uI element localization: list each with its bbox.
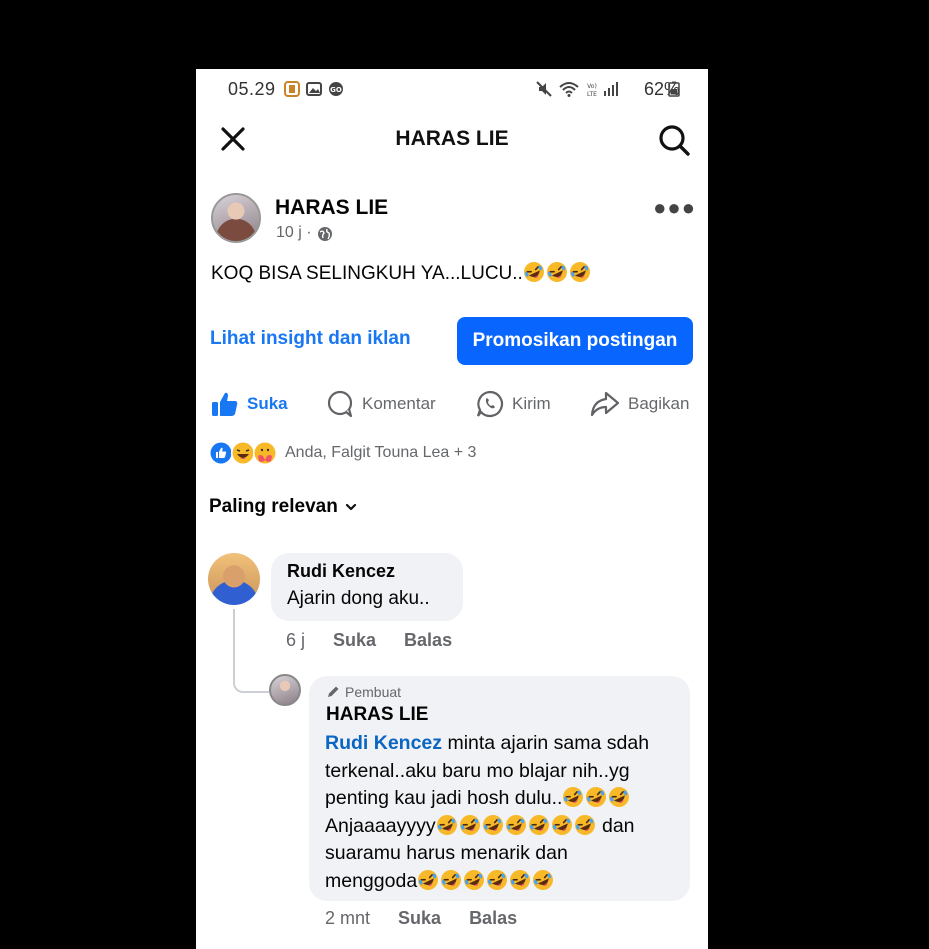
laughing-emoji-icon <box>533 869 554 890</box>
laughing-emoji-icon <box>459 814 480 835</box>
laughing-emoji-icon <box>528 814 549 835</box>
sort-label: Paling relevan <box>209 496 338 517</box>
laughing-emoji-icon <box>609 787 630 807</box>
comment-icon <box>327 390 353 418</box>
laughing-emoji-group <box>562 787 631 809</box>
chevron-down-icon <box>345 503 356 511</box>
like-reaction-icon <box>209 441 233 465</box>
reply-author-name[interactable]: HARAS LIE <box>326 704 428 726</box>
laughing-emoji-group <box>523 262 592 284</box>
post-time[interactable]: 10 j · <box>276 224 312 242</box>
status-time: 05.29 <box>228 79 276 99</box>
svg-text:GO: GO <box>330 86 342 94</box>
globe-icon <box>318 227 332 241</box>
laughing-emoji-icon <box>464 869 485 890</box>
gallery-icon <box>306 82 322 96</box>
comment-reply-button[interactable]: Balas <box>404 630 452 651</box>
laughing-emoji-icon <box>523 262 544 282</box>
laughing-emoji-icon <box>436 814 457 835</box>
laughing-emoji-icon <box>563 787 584 807</box>
laughing-emoji-icon <box>546 262 567 282</box>
post-author-name[interactable]: HARAS LIE <box>275 196 388 220</box>
laughing-emoji-icon <box>418 869 439 890</box>
thread-connector <box>233 609 269 693</box>
facebook-post-screen: 05.29 GO Vo) LTE 62% HARAS LIE HARAS LIE … <box>196 69 708 949</box>
mention-link[interactable]: Rudi Kencez <box>325 732 442 754</box>
mute-icon <box>536 81 552 97</box>
go-icon: GO <box>329 82 343 96</box>
comment-like-button[interactable]: Suka <box>333 630 376 651</box>
comment-time: 6 j <box>286 630 306 650</box>
thumbs-up-icon <box>212 392 238 416</box>
laughing-emoji-icon <box>551 814 572 835</box>
comment-meta: 6 j Suka Balas <box>286 630 452 651</box>
reactions-summary[interactable]: Anda, Falgit Touna Lea + 3 <box>209 441 476 465</box>
volte-icon: Vo)LTE <box>587 83 597 97</box>
reply-reply-button[interactable]: Balas <box>469 908 517 929</box>
promote-post-button[interactable]: Promosikan postingan <box>457 317 693 365</box>
commenter-avatar[interactable] <box>208 553 260 605</box>
share-label: Bagikan <box>628 394 690 413</box>
pencil-icon <box>328 686 339 697</box>
send-label: Kirim <box>512 394 551 413</box>
like-button[interactable]: Suka <box>211 386 288 422</box>
author-badge-label: Pembuat <box>345 684 402 700</box>
laughing-emoji-icon <box>510 869 531 890</box>
svg-text:Vo): Vo) <box>587 83 597 90</box>
whatsapp-icon <box>476 390 504 418</box>
laughing-emoji-icon <box>505 814 526 835</box>
battery-icon <box>668 81 680 97</box>
signal-icon <box>604 82 618 96</box>
comment-label: Komentar <box>362 394 436 413</box>
comment-text: Ajarin dong aku.. <box>287 588 430 609</box>
reply-author-avatar[interactable] <box>269 674 301 706</box>
haha-reaction-icon <box>231 441 255 465</box>
reactions-text: Anda, Falgit Touna Lea + 3 <box>285 444 477 461</box>
comment-sort-dropdown[interactable]: Paling relevan <box>209 496 358 518</box>
wifi-icon <box>559 82 579 97</box>
share-icon <box>590 391 620 417</box>
commenter-name[interactable]: Rudi Kencez <box>287 561 395 582</box>
svg-text:LTE: LTE <box>587 91 597 97</box>
reply-text-part2: Anjaaaayyyy <box>325 814 436 837</box>
page-title: HARAS LIE <box>395 127 509 150</box>
care-reaction-icon <box>253 441 277 465</box>
send-button[interactable]: Kirim <box>476 386 551 422</box>
laughing-emoji-icon <box>487 869 508 890</box>
comment-button[interactable]: Komentar <box>326 386 436 422</box>
laughing-emoji-group <box>417 869 555 892</box>
reply-text: Rudi Kencez minta ajarin sama sdah terke… <box>325 730 685 895</box>
share-button[interactable]: Bagikan <box>590 386 689 422</box>
insight-link[interactable]: Lihat insight dan iklan <box>210 328 411 350</box>
like-label: Suka <box>247 394 288 413</box>
post-text: KOQ BISA SELINGKUH YA...LUCU.. <box>211 261 592 285</box>
laughing-emoji-group <box>436 814 597 837</box>
author-badge: Pembuat <box>326 684 401 700</box>
laughing-emoji-icon <box>441 869 462 890</box>
laughing-emoji-icon <box>586 787 607 807</box>
post-text-content: KOQ BISA SELINGKUH YA...LUCU.. <box>211 263 523 284</box>
reply-meta: 2 mnt Suka Balas <box>325 908 517 929</box>
reply-time: 2 mnt <box>325 908 371 928</box>
laughing-emoji-icon <box>482 814 503 835</box>
reply-like-button[interactable]: Suka <box>398 908 441 929</box>
more-options-icon[interactable]: ●●● <box>653 195 696 221</box>
post-author-avatar[interactable] <box>211 193 261 243</box>
search-icon[interactable] <box>656 122 692 158</box>
laughing-emoji-icon <box>574 814 595 835</box>
app-notification-icon <box>284 81 300 97</box>
laughing-emoji-icon <box>569 262 590 282</box>
